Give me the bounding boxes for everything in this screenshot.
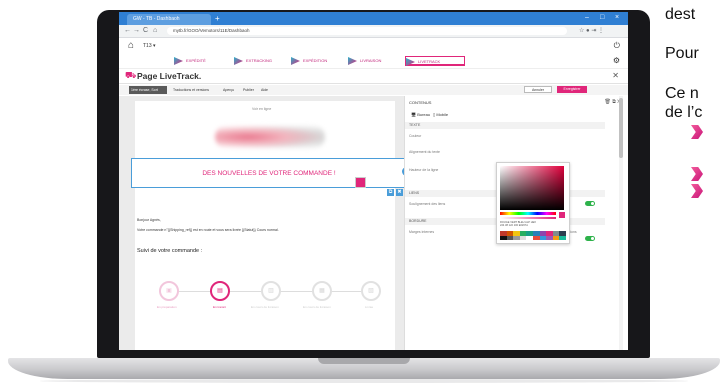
step-delivered-icon: ▧ [361, 281, 381, 301]
copy-block-icon[interactable]: ⧉ [387, 189, 394, 196]
forward-icon[interactable]: → [133, 26, 140, 36]
text-color-swatch[interactable] [355, 177, 366, 188]
alpha-slider[interactable] [500, 217, 556, 219]
step-label-delivered: Livrée [365, 305, 374, 309]
url-input[interactable]: mytb.fr/GOO/Vemotors/11E/Dashbaoh [167, 27, 567, 35]
laptop-shadow [40, 379, 688, 383]
laptop-notch [318, 358, 410, 364]
template-select[interactable]: 1ère écrase, Sort (Auto)(3) ▾ [129, 86, 167, 100]
doc-line-1: dest [665, 6, 696, 23]
step-label: EXPÉDITION [303, 58, 328, 63]
step-icon [291, 57, 300, 65]
step-icon [348, 57, 357, 65]
step-label: LIVETRACK [418, 59, 441, 64]
browser-titlebar: GW - TB - Dashbaoh + – □ × [119, 12, 628, 25]
label-lineheight: Hauteur de la ligne [409, 168, 439, 172]
minimize-icon[interactable]: – [585, 13, 589, 23]
tracking-title: Suivi de votre commande : [137, 248, 203, 254]
delete-block-icon[interactable]: ✖ [396, 189, 403, 196]
color-picker: ROUGE VERT BLEU ALP HEX 224 38 122 100 E0… [496, 162, 570, 244]
doc-line-3: Ce n [665, 85, 699, 102]
publish-link[interactable]: Publier [243, 86, 254, 94]
step-transit-icon: ▤ [210, 281, 230, 301]
gear-icon[interactable]: ⚙ [613, 56, 620, 65]
label-color: Couleur [409, 134, 422, 138]
doc-line-2: Pour [665, 45, 699, 62]
label-padding: Marges internes [409, 230, 435, 234]
cancel-button[interactable]: Annuler [524, 86, 552, 93]
step-label-delivery2: En cours de livraison [303, 305, 331, 309]
editor-canvas: Voir en ligne Bonjour Agnès, Votre comma… [119, 96, 411, 350]
tab-livraison[interactable]: LIVRAISON [348, 56, 400, 66]
bullet-chevron-icon [691, 167, 703, 181]
new-tab-icon[interactable]: + [215, 14, 220, 23]
section-text[interactable]: TEXTE [405, 122, 605, 129]
tab-desktop[interactable]: 🖥 Bureau [411, 112, 430, 117]
step-label: EXTRACKING [246, 58, 273, 63]
step-icon [406, 58, 415, 66]
tab-extracking[interactable]: EXTRACKING [234, 56, 286, 66]
label-align: Alignement du texte [409, 150, 440, 154]
tab-expedite[interactable]: EXPÉDITÉ [174, 56, 226, 66]
body-text: Votre commande n°{{Shipping_ref}} est en… [137, 228, 279, 232]
browser-menu-icons[interactable]: ☆ ● ⇥ ⋮ [579, 26, 604, 36]
page-header: ⛟ Page LiveTrack. ✕ [119, 69, 628, 84]
email-preview: Voir en ligne Bonjour Agnès, Votre comma… [135, 101, 395, 350]
step-prep-icon: ▣ [159, 281, 179, 301]
step-label-delivery: En cours de livraison [251, 305, 279, 309]
reload-icon[interactable]: C [143, 26, 148, 36]
tab-mobile[interactable]: ▯ Mobile [433, 112, 448, 117]
hue-slider[interactable] [500, 212, 556, 215]
livetrack-icon: ⛟ [125, 70, 137, 80]
laptop-screen: GW - TB - Dashbaoh + – □ × ← → C ⌂ mytb.… [119, 12, 628, 350]
panel-scroll-thumb[interactable] [619, 98, 623, 158]
label-underline: Soulignement des liens [409, 202, 446, 206]
browser-tab[interactable]: GW - TB - Dashbaoh [127, 14, 211, 25]
bullet-chevron-icon [691, 125, 703, 139]
greeting-text: Bonjour Agnès, [137, 218, 161, 222]
tab-desktop-label: Bureau [417, 112, 431, 117]
color-fields[interactable]: ROUGE VERT BLEU ALP HEX 224 38 122 100 E0… [500, 221, 566, 227]
preview-link[interactable]: Aperçu [223, 86, 234, 94]
step-nav: EXPÉDITÉ EXTRACKING EXPÉDITION LIVRAISON… [119, 54, 628, 69]
help-link[interactable]: Aide [261, 86, 268, 94]
editor-toolbar: 1ère écrase, Sort (Auto)(3) ▾ Traduction… [119, 85, 628, 100]
bullet-chevron-icon [691, 184, 703, 198]
save-button[interactable]: Enregistrer [557, 86, 587, 93]
address-bar: ← → C ⌂ mytb.fr/GOO/Vemotors/11E/Dashbao… [119, 25, 628, 38]
tab-livetrack[interactable]: LIVETRACK [405, 56, 465, 66]
translations-link[interactable]: Traductions et versions [173, 86, 209, 94]
step-icon [234, 57, 243, 65]
underline-toggle[interactable] [585, 201, 595, 206]
power-icon[interactable]: ⏻ [614, 41, 620, 51]
step-delivery-icon: ▥ [261, 281, 281, 301]
view-online-text: Voir en ligne [252, 107, 272, 111]
color-palette[interactable] [500, 231, 566, 240]
step-delivery2-icon: ▦ [312, 281, 332, 301]
page-title: Page LiveTrack. [137, 71, 202, 81]
account-selector[interactable]: T13 ▾ [143, 43, 156, 49]
step-label: LIVRAISON [360, 58, 382, 63]
blurred-logo [215, 125, 325, 149]
current-color-swatch [559, 212, 565, 218]
close-window-icon[interactable]: × [615, 13, 619, 23]
saturation-area[interactable] [500, 166, 564, 210]
step-label: EXPÉDITÉ [186, 58, 206, 63]
maximize-icon[interactable]: □ [600, 13, 604, 23]
back-icon[interactable]: ← [124, 26, 131, 36]
close-icon[interactable]: ✕ [612, 71, 619, 80]
app-header: ⌂ T13 ▾ ⏻ [119, 38, 628, 54]
doc-line-4: de l’c [665, 104, 703, 121]
home-nav-icon[interactable]: ⌂ [128, 40, 134, 51]
more-options-toggle[interactable] [585, 236, 595, 241]
home-icon[interactable]: ⌂ [153, 26, 157, 36]
tab-expedition[interactable]: EXPÉDITION [291, 56, 343, 66]
tab-title: GW - TB - Dashbaoh [133, 16, 180, 22]
step-label-transit: En transit [213, 305, 226, 309]
step-label-prep: En préparation [157, 305, 177, 309]
color-field-values: 224 38 122 100 E0267A [500, 224, 528, 227]
step-icon [174, 57, 183, 65]
panel-header: CONTENUS [409, 100, 432, 105]
tab-mobile-label: Mobile [436, 112, 449, 117]
